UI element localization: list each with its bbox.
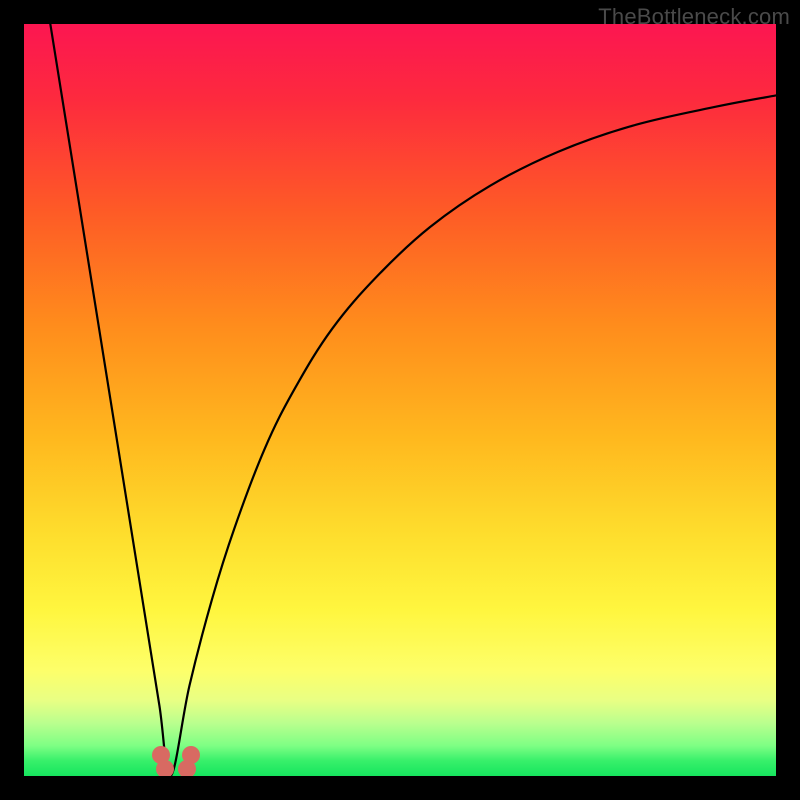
curve-path: [50, 24, 776, 776]
watermark-text: TheBottleneck.com: [598, 4, 790, 30]
plot-area: [24, 24, 776, 776]
marker-dot: [178, 760, 196, 776]
chart-stage: TheBottleneck.com: [0, 0, 800, 800]
marker-dot: [156, 760, 174, 776]
bottleneck-curve: [24, 24, 776, 776]
